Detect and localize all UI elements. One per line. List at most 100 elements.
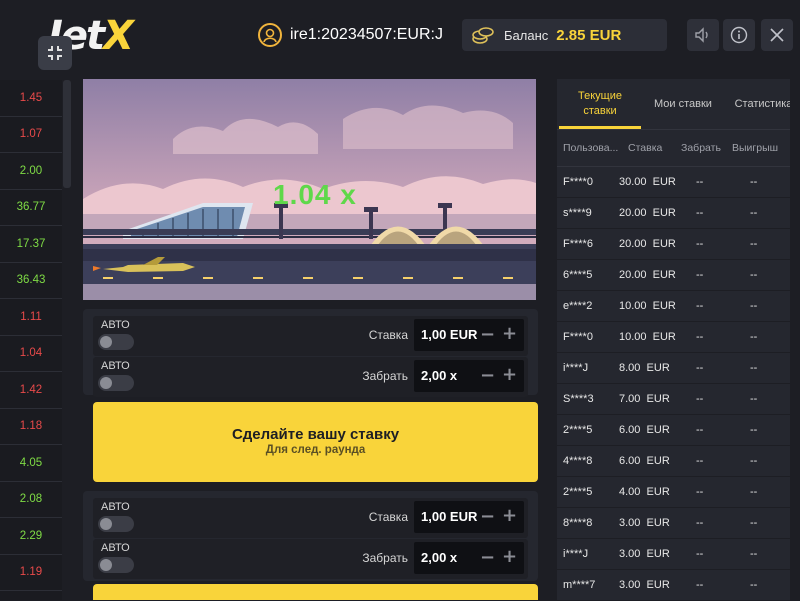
auto-cashout-toggle[interactable]	[98, 557, 134, 573]
tab-current-bets[interactable]: Текущие ставки	[559, 79, 641, 129]
sidebar-scrollbar[interactable]	[790, 79, 800, 600]
sound-button[interactable]	[687, 19, 719, 51]
bet-user: m****7	[563, 579, 596, 591]
stake-minus-button[interactable]: −	[480, 508, 495, 526]
bet-win: --	[750, 300, 758, 312]
history-item: 1.19	[0, 555, 62, 591]
bet-cashout: --	[696, 238, 704, 250]
stake-input[interactable]: 1,00 EUR − +	[414, 319, 524, 351]
auto-cashout-toggle[interactable]	[98, 375, 134, 391]
cashout-input[interactable]: 2,00 x − +	[414, 360, 524, 392]
bet-win: --	[750, 455, 758, 467]
user-info: ire1:20234507:EUR:J	[258, 22, 443, 48]
cashout-value[interactable]: 2,00 x	[421, 368, 457, 383]
column-user: Пользова...	[563, 142, 619, 154]
table-row: 2****5 4.00 EUR -- --	[557, 477, 800, 508]
balance-box: Баланс 2.85 EUR	[462, 19, 667, 51]
cashout-plus-button[interactable]: +	[502, 366, 517, 384]
stake-row: АВТО Ставка 1,00 EUR − +	[93, 498, 528, 538]
bet-cashout: --	[696, 300, 704, 312]
bet-win: --	[750, 579, 758, 591]
bet-amount: 6.00 EUR	[619, 424, 670, 436]
bet-cashout: --	[696, 393, 704, 405]
table-row: 8****8 3.00 EUR -- --	[557, 508, 800, 539]
stake-minus-button[interactable]: −	[480, 326, 495, 344]
cashout-plus-button[interactable]: +	[502, 548, 517, 566]
stake-value[interactable]: 1,00 EUR	[421, 509, 477, 524]
bets-sidebar: Текущие ставки Мои ставки Статистика Пол…	[557, 79, 800, 601]
bet-cashout: --	[696, 176, 704, 188]
place-bet-label: Сделайте вашу ставку	[231, 426, 400, 443]
bet-user: F****0	[563, 331, 593, 343]
table-row: F****0 10.00 EUR -- --	[557, 322, 800, 353]
bet-win: --	[750, 393, 758, 405]
bet-win: --	[750, 362, 758, 374]
place-bet-button-2[interactable]	[93, 584, 538, 600]
bet-cashout: --	[696, 207, 704, 219]
bet-user: i****J	[563, 548, 589, 560]
balance-value: 2.85 EUR	[556, 26, 622, 44]
history-value: 1.18	[19, 420, 43, 433]
history-value: 4.05	[19, 456, 43, 469]
place-bet-button[interactable]: Сделайте вашу ставку Для след. раунда	[93, 402, 538, 482]
stake-input[interactable]: 1,00 EUR − +	[414, 501, 524, 533]
auto-cashout-label: АВТО	[101, 360, 130, 372]
bet-amount: 6.00 EUR	[619, 455, 670, 467]
cashout-input[interactable]: 2,00 x − +	[414, 542, 524, 574]
cashout-minus-button[interactable]: −	[480, 367, 495, 385]
history-item: 17.37	[0, 226, 62, 263]
close-icon	[770, 28, 784, 42]
place-bet-sublabel: Для след. раунда	[265, 444, 366, 456]
coins-icon	[472, 26, 494, 44]
tab-label: Статистика	[734, 98, 793, 110]
auto-bet-toggle[interactable]	[98, 334, 134, 350]
auto-bet-toggle[interactable]	[98, 516, 134, 532]
history-item: 1.07	[0, 117, 62, 153]
stake-value[interactable]: 1,00 EUR	[421, 327, 477, 342]
cashout-row: АВТО Забрать 2,00 x − +	[93, 539, 528, 579]
history-value: 36.77	[16, 201, 46, 214]
bet-amount: 20.00 EUR	[619, 238, 676, 250]
table-row: i****J 3.00 EUR -- --	[557, 539, 800, 570]
cashout-minus-button[interactable]: −	[480, 549, 495, 567]
column-cashout: Забрать	[681, 142, 721, 154]
game-scene: 1.04 x	[83, 79, 536, 300]
stake-plus-button[interactable]: +	[502, 507, 517, 525]
bet-user: s****9	[563, 207, 592, 219]
bet-user: 2****5	[563, 486, 593, 498]
table-row: m****7 3.00 EUR -- --	[557, 570, 800, 601]
cashout-value[interactable]: 2,00 x	[421, 550, 457, 565]
cashout-label: Забрать	[362, 551, 408, 565]
info-button[interactable]	[723, 19, 755, 51]
history-value: 1.19	[19, 566, 43, 579]
bet-user: 2****5	[563, 424, 593, 436]
bet-cashout: --	[696, 269, 704, 281]
close-button[interactable]	[761, 19, 793, 51]
bet-user: i****J	[563, 362, 589, 374]
bet-amount: 3.00 EUR	[619, 548, 670, 560]
table-row: 4****8 6.00 EUR -- --	[557, 446, 800, 477]
active-tab-indicator	[559, 126, 641, 129]
bet-win: --	[750, 207, 758, 219]
bet-win: --	[750, 548, 758, 560]
fullscreen-button[interactable]	[38, 36, 72, 70]
history-scrollbar[interactable]	[62, 80, 72, 600]
table-row: F****0 30.00 EUR -- --	[557, 167, 800, 198]
table-row: F****6 20.00 EUR -- --	[557, 229, 800, 260]
scrollbar-thumb[interactable]	[63, 80, 71, 188]
history-item: 1.42	[0, 372, 62, 409]
bet-user: 4****8	[563, 455, 593, 467]
auto-cashout-label: АВТО	[101, 542, 130, 554]
stake-plus-button[interactable]: +	[502, 325, 517, 343]
bet-cashout: --	[696, 486, 704, 498]
history-item: 2.08	[0, 482, 62, 518]
history-item: 1.11	[0, 299, 62, 336]
table-row: e****2 10.00 EUR -- --	[557, 291, 800, 322]
history-item: 1.04	[0, 336, 62, 372]
sound-icon	[695, 27, 708, 43]
stake-label: Ставка	[368, 328, 408, 342]
history-value: 2.00	[19, 164, 43, 177]
tab-my-bets[interactable]: Мои ставки	[645, 79, 721, 129]
history-item: 36.43	[0, 263, 62, 299]
cashout-label: Забрать	[362, 369, 408, 383]
